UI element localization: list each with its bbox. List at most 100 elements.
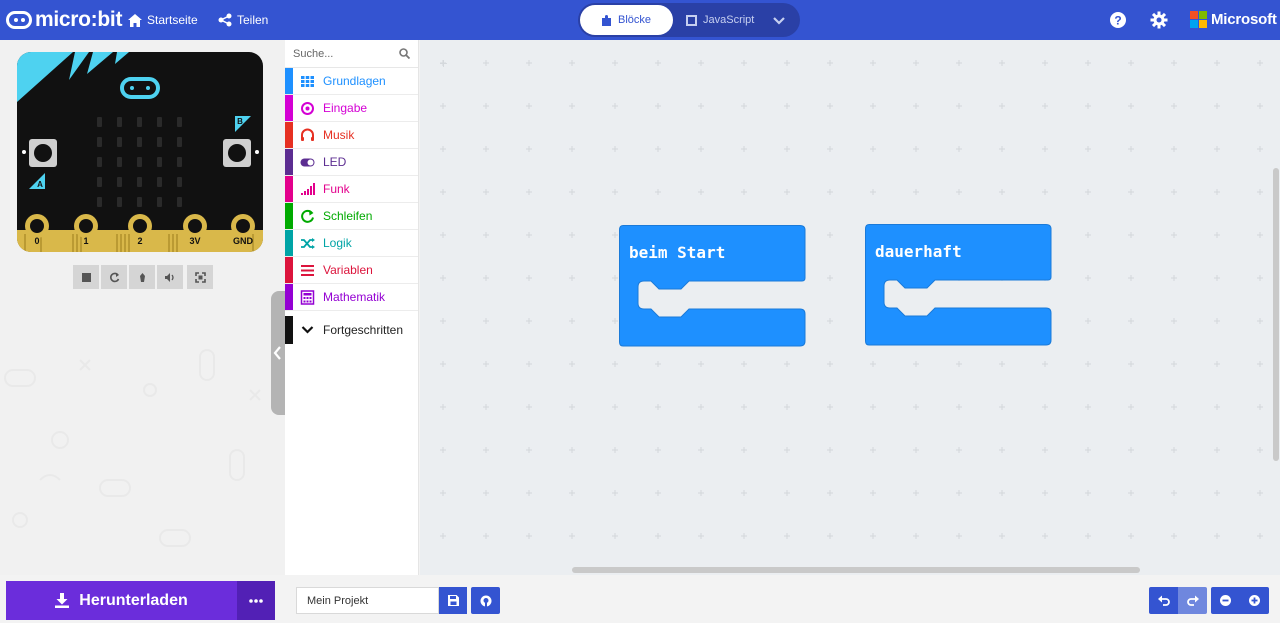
pin-label: 3V xyxy=(189,236,201,246)
on-start-block[interactable]: beim Start xyxy=(619,225,806,347)
category-fortgeschritten[interactable]: Fortgeschritten xyxy=(285,316,418,344)
category-label: Fortgeschritten xyxy=(323,323,404,337)
chevron-left-icon xyxy=(273,346,281,360)
blocks-workspace[interactable]: beim Start dauerhaft xyxy=(420,40,1280,575)
pin-2[interactable]: 2 xyxy=(128,214,152,252)
stop-icon xyxy=(81,272,91,282)
microsoft-logo[interactable]: Microsoft xyxy=(1190,11,1277,28)
pin-label: 1 xyxy=(83,236,89,246)
javascript-mode-button[interactable]: JavaScript xyxy=(686,5,766,35)
toggle-icon xyxy=(300,158,315,167)
zoom-out-button[interactable] xyxy=(1211,587,1240,614)
more-options-button[interactable] xyxy=(237,581,275,620)
led xyxy=(116,157,122,167)
calculator-icon xyxy=(300,290,315,305)
redo-icon xyxy=(1186,595,1199,606)
search-input[interactable] xyxy=(293,46,393,62)
microbit-logo[interactable]: micro:bit xyxy=(6,8,122,32)
javascript-mode-label: JavaScript xyxy=(703,14,755,26)
microbit-board: A B 0 1 2 3V GND xyxy=(17,52,263,252)
fullscreen-icon xyxy=(194,271,206,283)
github-icon xyxy=(480,595,491,607)
category-color-bar xyxy=(285,176,293,202)
category-logik[interactable]: Logik xyxy=(285,230,418,257)
project-name-input[interactable] xyxy=(296,587,439,614)
blocks-mode-button[interactable]: Blöcke xyxy=(580,5,673,35)
collapse-simulator-toggle[interactable] xyxy=(271,291,285,415)
category-label: Grundlagen xyxy=(323,74,386,88)
category-schleifen[interactable]: Schleifen xyxy=(285,203,418,230)
led-matrix xyxy=(89,112,189,212)
stop-button[interactable] xyxy=(73,265,99,289)
pin-label: GND xyxy=(233,236,253,246)
led xyxy=(156,197,162,207)
led xyxy=(176,117,182,127)
button-b-label: B xyxy=(235,116,251,132)
microbit-face-icon xyxy=(120,77,160,99)
led xyxy=(96,177,102,187)
category-funk[interactable]: Funk xyxy=(285,176,418,203)
vertical-scrollbar[interactable] xyxy=(1273,168,1279,461)
save-button[interactable] xyxy=(439,587,467,614)
mute-button[interactable] xyxy=(157,265,183,289)
button-a-letter: A xyxy=(37,180,43,189)
led xyxy=(176,197,182,207)
led xyxy=(116,177,122,187)
search-icon[interactable] xyxy=(399,48,410,59)
simulator-controls xyxy=(73,265,213,289)
led xyxy=(156,117,162,127)
minus-icon xyxy=(1220,595,1231,606)
chevron-down-icon xyxy=(301,326,314,334)
button-b[interactable] xyxy=(223,139,251,167)
category-label: Eingabe xyxy=(323,101,368,115)
category-label: Musik xyxy=(323,128,355,142)
category-color-bar xyxy=(285,95,293,121)
button-a-label: A xyxy=(29,173,45,189)
undo-button[interactable] xyxy=(1149,587,1178,614)
redo-button[interactable] xyxy=(1178,587,1207,614)
category-led[interactable]: LED xyxy=(285,149,418,176)
pin-gnd[interactable]: GND xyxy=(231,214,255,252)
help-icon[interactable]: ? xyxy=(1109,11,1127,29)
led xyxy=(116,197,122,207)
forever-block[interactable]: dauerhaft xyxy=(865,224,1052,346)
workspace-grid xyxy=(440,60,1263,539)
led xyxy=(136,157,142,167)
category-color-bar xyxy=(285,122,293,148)
chevron-down-icon[interactable] xyxy=(770,11,788,29)
category-musik[interactable]: Musik xyxy=(285,122,418,149)
logo-text: micro:bit xyxy=(35,8,123,31)
home-label: Startseite xyxy=(147,13,198,27)
pin-label: 2 xyxy=(137,236,143,246)
home-button[interactable]: Startseite xyxy=(128,10,198,30)
shuffle-icon xyxy=(301,238,315,249)
share-label: Teilen xyxy=(237,13,269,27)
led xyxy=(176,157,182,167)
gear-icon[interactable] xyxy=(1150,11,1168,29)
zoom-in-button[interactable] xyxy=(1240,587,1269,614)
pin-0[interactable]: 0 xyxy=(25,214,49,252)
pin-1[interactable]: 1 xyxy=(74,214,98,252)
led xyxy=(156,177,162,187)
button-a[interactable] xyxy=(29,139,57,167)
share-icon xyxy=(218,13,232,27)
blocks-mode-label: Blöcke xyxy=(617,14,652,26)
github-button[interactable] xyxy=(471,587,500,614)
restart-button[interactable] xyxy=(101,265,127,289)
category-mathematik[interactable]: Mathematik xyxy=(285,284,418,311)
download-label: Herunterladen xyxy=(79,591,188,609)
horizontal-scrollbar[interactable] xyxy=(572,567,1140,573)
led xyxy=(136,177,142,187)
share-button[interactable]: Teilen xyxy=(218,10,268,30)
fullscreen-button[interactable] xyxy=(187,265,213,289)
category-grundlagen[interactable]: Grundlagen xyxy=(285,68,418,95)
slow-mode-button[interactable] xyxy=(129,265,155,289)
refresh-icon xyxy=(301,209,314,223)
category-variablen[interactable]: Variablen xyxy=(285,257,418,284)
undo-icon xyxy=(1157,595,1170,606)
pin-3v[interactable]: 3V xyxy=(183,214,207,252)
forever-block-label: dauerhaft xyxy=(875,242,962,261)
download-button[interactable]: Herunterladen xyxy=(6,581,237,620)
category-eingabe[interactable]: Eingabe xyxy=(285,95,418,122)
led xyxy=(176,137,182,147)
